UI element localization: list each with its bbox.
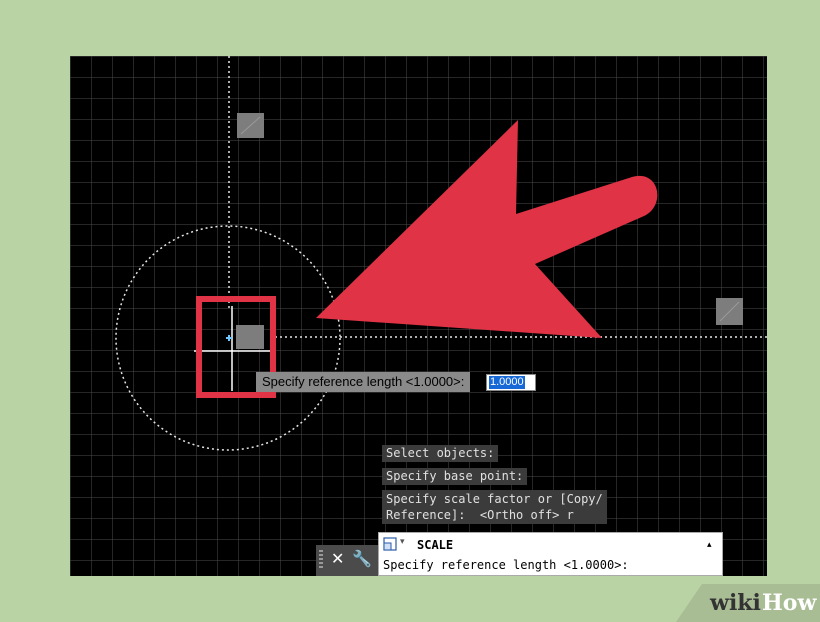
reference-length-value: 1.0000	[489, 376, 525, 389]
command-line-toolbar: ✕ 🔧	[316, 545, 378, 576]
dynamic-input-tooltip: Specify reference length <1.0000>:	[256, 372, 471, 392]
command-line[interactable]: ▾ SCALE ▴ Specify reference length <1.00…	[378, 532, 723, 576]
wrench-icon[interactable]: 🔧	[352, 549, 372, 571]
command-name: SCALE	[417, 538, 454, 552]
close-icon[interactable]: ✕	[331, 549, 344, 571]
history-line: Select objects:	[382, 445, 499, 462]
drawing-canvas[interactable]: Specify reference length <1.0000>: 1.000…	[70, 56, 767, 576]
history-line: Specify base point:	[382, 468, 528, 485]
history-line: Reference]: <Ortho off> r	[386, 508, 574, 522]
grip-square-center	[236, 325, 264, 349]
reference-length-input[interactable]: 1.0000	[486, 374, 536, 391]
history-line: Specify scale factor or [Copy/	[386, 492, 603, 506]
red-arrow-annotation	[316, 120, 658, 338]
snap-marker-icon	[226, 335, 232, 341]
watermark-how: How	[762, 590, 817, 616]
chevron-down-icon[interactable]: ▾	[400, 536, 405, 547]
scale-command-icon[interactable]	[383, 537, 397, 551]
history-block: Specify scale factor or [Copy/ Reference…	[382, 490, 607, 524]
drag-grip-icon[interactable]	[319, 550, 323, 570]
watermark-wiki: wiki	[710, 590, 761, 616]
command-history: Select objects: Specify base point: Spec…	[382, 444, 607, 524]
command-prompt: Specify reference length <1.0000>:	[383, 558, 629, 572]
recent-commands-icon[interactable]: ▴	[707, 539, 712, 550]
